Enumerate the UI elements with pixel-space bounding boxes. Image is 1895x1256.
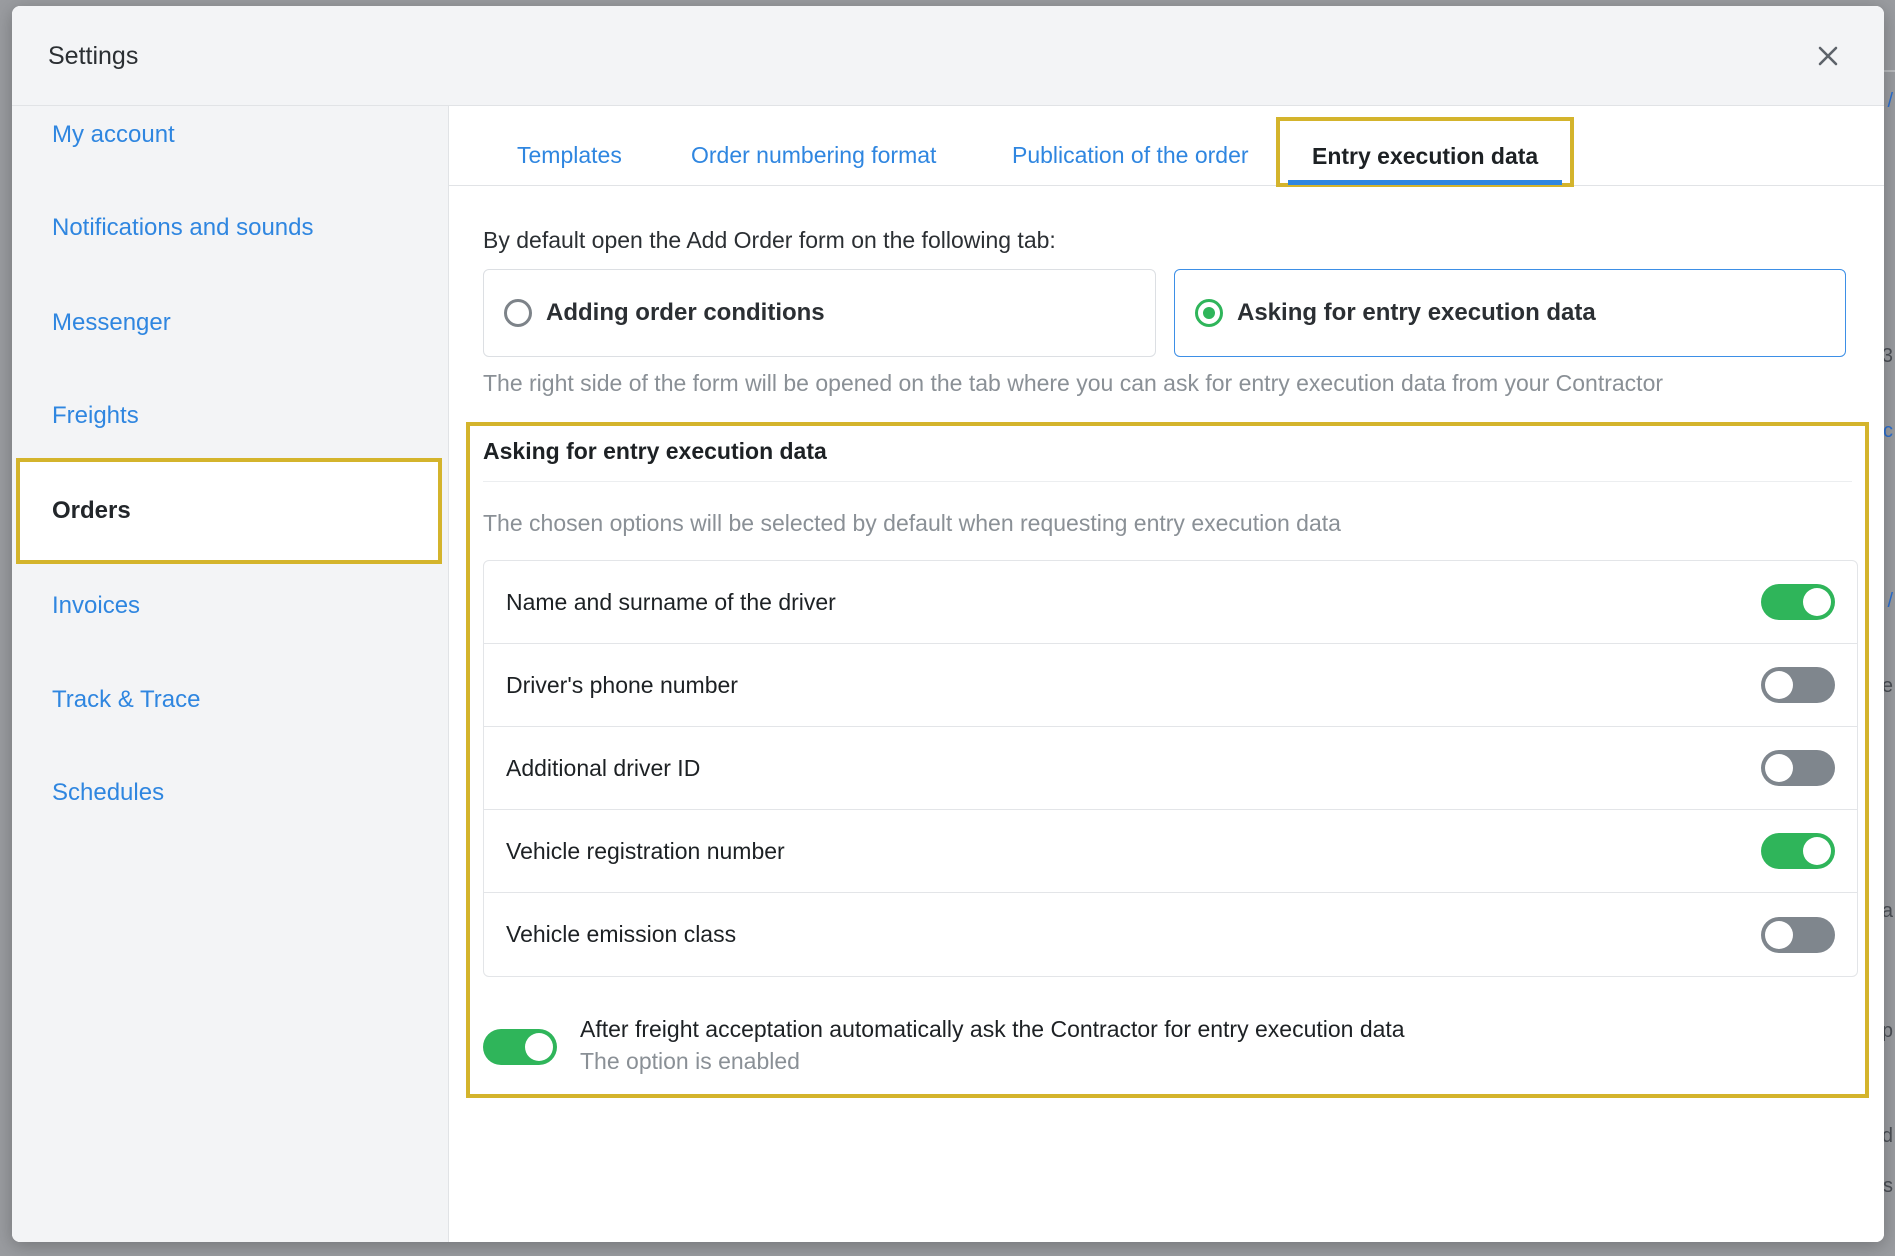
option-label: Vehicle registration number <box>506 837 785 864</box>
settings-content: Templates Order numbering format Publica… <box>449 106 1884 1242</box>
tab-order-numbering-format[interactable]: Order numbering format <box>691 142 936 169</box>
modal-title: Settings <box>48 42 139 70</box>
additional-driver-id-toggle[interactable] <box>1761 750 1835 786</box>
default-tab-intro: By default open the Add Order form on th… <box>483 227 1056 253</box>
option-label: Adding order conditions <box>546 299 825 326</box>
section-divider <box>483 481 1852 482</box>
toggle-knob <box>1765 671 1793 699</box>
auto-ask-label: After freight acceptation automatically … <box>580 1016 1405 1042</box>
option-label: Vehicle emission class <box>506 921 737 947</box>
toggle-knob <box>1803 588 1831 616</box>
sidebar-item-orders[interactable]: Orders <box>16 458 442 564</box>
toggle-knob <box>525 1033 553 1061</box>
list-item: Vehicle registration number <box>484 810 1857 893</box>
auto-ask-status: The option is enabled <box>580 1048 800 1074</box>
sidebar-item-freights[interactable]: Freights <box>16 367 442 465</box>
sidebar-item-track-trace[interactable]: Track & Trace <box>16 651 442 749</box>
toggle-knob <box>1803 837 1831 865</box>
auto-ask-toggle[interactable] <box>483 1029 557 1065</box>
option-label: Additional driver ID <box>506 754 701 781</box>
entry-data-options-list: Name and surname of the driver Driver's … <box>483 560 1858 977</box>
toggle-knob <box>1765 754 1793 782</box>
section-title: Asking for entry execution data <box>483 438 827 464</box>
tab-entry-execution-data[interactable]: Entry execution data <box>1276 117 1575 187</box>
list-item: Driver's phone number <box>484 644 1857 727</box>
vehicle-registration-toggle[interactable] <box>1761 833 1835 869</box>
sidebar-item-my-account[interactable]: My account <box>16 106 442 164</box>
entry-data-section: Asking for entry execution data The chos… <box>466 422 1869 1098</box>
sidebar-item-schedules[interactable]: Schedules <box>16 744 442 842</box>
tab-entry-execution-data-label: Entry execution data <box>1288 143 1563 185</box>
backdrop-text-fragment: s <box>1883 1175 1893 1197</box>
modal-header: Settings <box>12 6 1884 106</box>
tab-publication-of-the-order[interactable]: Publication of the order <box>1012 142 1249 169</box>
backdrop-text-fragment: / <box>1887 590 1893 612</box>
toggle-knob <box>1765 920 1793 949</box>
backdrop-text-fragment: / <box>1887 90 1893 112</box>
sidebar-item-invoices[interactable]: Invoices <box>16 557 442 655</box>
tab-templates[interactable]: Templates <box>517 142 622 169</box>
sidebar-item-notifications[interactable]: Notifications and sounds <box>16 179 442 277</box>
sidebar-item-messenger[interactable]: Messenger <box>16 274 442 372</box>
driver-name-toggle[interactable] <box>1761 584 1835 620</box>
option-label: Driver's phone number <box>506 671 738 698</box>
option-label: Asking for entry execution data <box>1237 299 1596 326</box>
default-tab-hint: The right side of the form will be opene… <box>483 370 1664 396</box>
list-item: Additional driver ID <box>484 727 1857 810</box>
default-tab-option-adding-order-conditions[interactable]: Adding order conditions <box>483 269 1156 357</box>
radio-unchecked-icon <box>504 299 532 327</box>
option-label: Name and surname of the driver <box>506 588 836 615</box>
tab-bar: Templates Order numbering format Publica… <box>449 106 1884 187</box>
settings-sidebar: My account Notifications and sounds Mess… <box>12 106 449 1242</box>
list-item: Name and surname of the driver <box>484 561 1857 644</box>
driver-phone-toggle[interactable] <box>1761 667 1835 703</box>
close-button[interactable] <box>1808 36 1848 76</box>
backdrop-text-fragment: c <box>1883 420 1893 442</box>
section-description: The chosen options will be selected by d… <box>483 510 1341 536</box>
radio-checked-icon <box>1195 299 1223 327</box>
vehicle-emission-class-toggle[interactable] <box>1761 916 1835 953</box>
settings-modal: Settings My account Notifications and so… <box>12 6 1884 1242</box>
list-item: Vehicle emission class <box>484 893 1857 976</box>
close-icon <box>1818 46 1838 66</box>
default-tab-option-asking-entry-data[interactable]: Asking for entry execution data <box>1174 269 1846 357</box>
auto-ask-row: After freight acceptation automatically … <box>483 1016 1852 1086</box>
